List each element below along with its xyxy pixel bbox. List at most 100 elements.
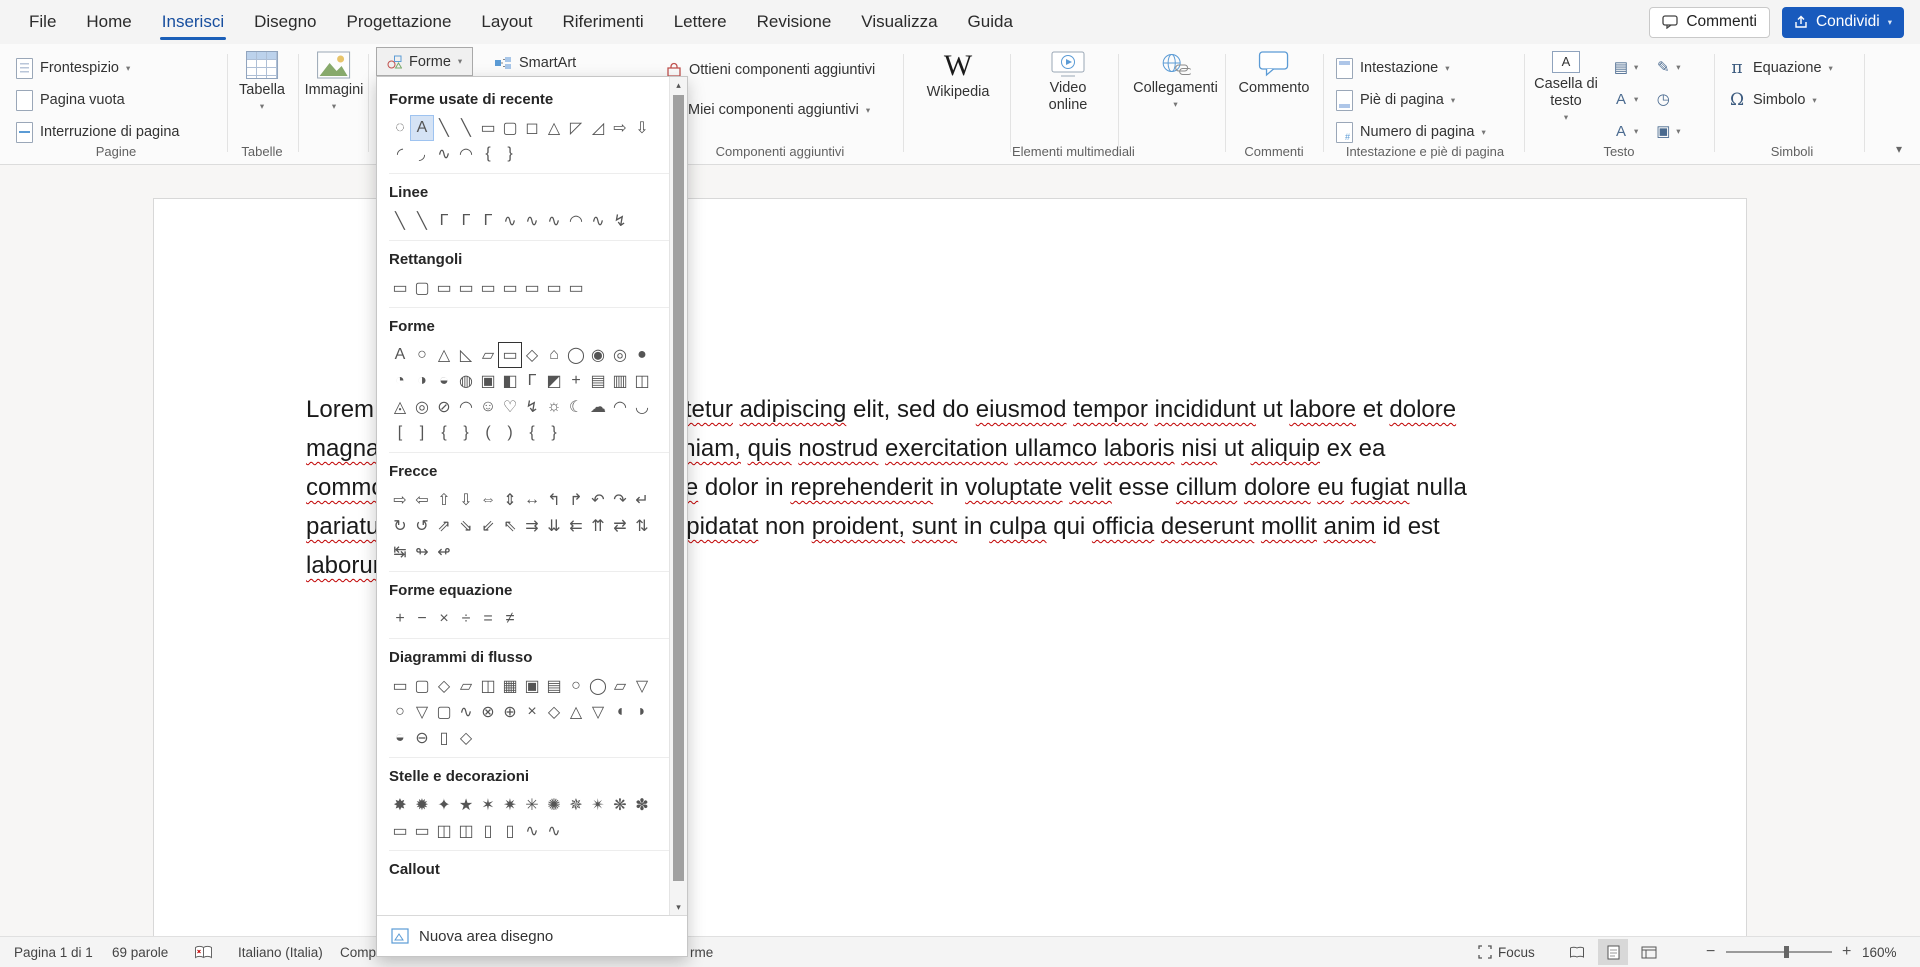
shape-cell[interactable]: ⇊ <box>543 514 565 538</box>
shape-cell[interactable]: ◇ <box>543 700 565 724</box>
shape-cell[interactable]: ⇨ <box>609 116 631 140</box>
shape-cell[interactable]: ◔ <box>389 369 411 393</box>
shape-cell[interactable]: ∿ <box>521 209 543 233</box>
shape-cell[interactable]: ◠ <box>565 209 587 233</box>
shape-cell[interactable]: ⊗ <box>477 700 499 724</box>
tab-layout[interactable]: Layout <box>466 0 547 44</box>
shape-cell[interactable]: ▢ <box>499 116 521 140</box>
shape-cell[interactable]: Γ <box>433 209 455 233</box>
shape-cell[interactable]: △ <box>565 700 587 724</box>
shape-cell[interactable]: ↹ <box>389 540 411 564</box>
shape-cell[interactable]: { <box>433 421 455 445</box>
shape-cell[interactable]: ⇇ <box>565 514 587 538</box>
shape-cell[interactable]: ⇈ <box>587 514 609 538</box>
shape-cell[interactable]: ◗ <box>631 700 653 724</box>
shape-cell[interactable]: ↷ <box>609 488 631 512</box>
shape-cell[interactable]: ⇧ <box>433 488 455 512</box>
shape-cell[interactable]: ✦ <box>433 793 455 817</box>
shape-cell[interactable]: ☼ <box>543 395 565 419</box>
shape-cell[interactable]: ☾ <box>565 395 587 419</box>
shape-cell[interactable]: ▭ <box>477 276 499 300</box>
shape-cell[interactable]: ✺ <box>543 793 565 817</box>
shape-cell[interactable]: ▽ <box>587 700 609 724</box>
shape-cell[interactable]: ▯ <box>477 819 499 843</box>
shape-cell[interactable]: ◎ <box>609 343 631 367</box>
shape-cell[interactable]: ○ <box>389 700 411 724</box>
equation-button[interactable]: π Equazione ▾ <box>1728 54 1833 82</box>
shapes-button[interactable]: Forme ▾ <box>376 47 473 76</box>
page-number-button[interactable]: Numero di pagina ▾ <box>1336 118 1486 146</box>
shape-cell[interactable]: ▯ <box>433 726 455 750</box>
shape-cell[interactable]: × <box>433 607 455 631</box>
shape-cell[interactable]: } <box>455 421 477 445</box>
scrollbar-thumb[interactable] <box>673 95 684 881</box>
footer-button[interactable]: Piè di pagina ▾ <box>1336 86 1455 114</box>
shape-cell[interactable]: + <box>565 369 587 393</box>
tab-lettere[interactable]: Lettere <box>659 0 742 44</box>
shape-cell[interactable]: ▭ <box>521 276 543 300</box>
shape-cell[interactable]: ◡ <box>631 395 653 419</box>
scrollbar-down-icon[interactable]: ▾ <box>670 899 687 915</box>
shape-cell[interactable]: ) <box>499 421 521 445</box>
shape-cell[interactable]: △ <box>543 116 565 140</box>
shape-cell[interactable]: ▣ <box>521 674 543 698</box>
shape-cell[interactable]: ✳ <box>521 793 543 817</box>
shape-cell[interactable]: ♡ <box>499 395 521 419</box>
smartart-button[interactable]: SmartArt <box>494 51 576 75</box>
shape-cell[interactable]: − <box>411 607 433 631</box>
tab-file[interactable]: File <box>14 0 71 44</box>
shape-cell[interactable]: ↫ <box>433 540 455 564</box>
table-button[interactable]: Tabella ▾ <box>239 51 285 111</box>
shape-cell[interactable]: ⌂ <box>543 343 565 367</box>
drop-cap-button[interactable]: A ▾ <box>1612 118 1638 144</box>
shape-cell[interactable]: ▽ <box>631 674 653 698</box>
blank-page-button[interactable]: Pagina vuota <box>16 86 125 114</box>
new-drawing-canvas-item[interactable]: Nuova area disegno <box>377 915 687 956</box>
tab-visualizza[interactable]: Visualizza <box>846 0 952 44</box>
comments-button[interactable]: Commenti <box>1649 7 1770 38</box>
shape-cell[interactable]: ↬ <box>411 540 433 564</box>
shape-cell[interactable]: ◒ <box>433 369 455 393</box>
zoom-level[interactable]: 160% <box>1862 937 1897 967</box>
shape-cell[interactable]: ▤ <box>587 369 609 393</box>
wordart-button[interactable]: A ▾ <box>1612 86 1638 112</box>
zoom-out-button[interactable]: − <box>1706 937 1715 967</box>
page-break-button[interactable]: Interruzione di pagina <box>16 118 179 146</box>
shape-cell[interactable]: ▭ <box>433 276 455 300</box>
shape-cell[interactable]: ❋ <box>609 793 631 817</box>
shape-cell[interactable]: ✹ <box>411 793 433 817</box>
shape-cell[interactable]: ▢ <box>433 700 455 724</box>
shape-cell[interactable]: ↶ <box>587 488 609 512</box>
shape-cell[interactable]: ⇕ <box>499 488 521 512</box>
tab-revisione[interactable]: Revisione <box>742 0 847 44</box>
word-count[interactable]: 69 parole <box>112 937 168 967</box>
pictures-button[interactable]: Immagini ▾ <box>305 51 364 111</box>
shape-cell[interactable]: ⇔ <box>477 488 499 512</box>
shape-cell[interactable]: ☺ <box>477 395 499 419</box>
shape-cell[interactable]: ∿ <box>543 819 565 843</box>
shape-cell[interactable]: ▭ <box>389 674 411 698</box>
shape-cell[interactable]: ◺ <box>455 343 477 367</box>
shape-cell[interactable]: ☁ <box>587 395 609 419</box>
shape-cell[interactable]: { <box>521 421 543 445</box>
tab-progettazione[interactable]: Progettazione <box>332 0 467 44</box>
shape-cell[interactable]: ⇩ <box>455 488 477 512</box>
web-layout-button[interactable] <box>1634 939 1664 965</box>
shape-cell[interactable]: ▦ <box>499 674 521 698</box>
shape-cell[interactable]: ✴ <box>587 793 609 817</box>
comment-button[interactable]: Commento <box>1239 51 1310 97</box>
my-add-ins-button[interactable]: Miei componenti aggiuntivi ▾ <box>666 96 870 124</box>
shape-cell[interactable]: ▭ <box>411 819 433 843</box>
shape-cell[interactable]: ↱ <box>565 488 587 512</box>
shape-cell[interactable]: ◉ <box>587 343 609 367</box>
shape-cell[interactable]: ▭ <box>565 276 587 300</box>
shape-cell[interactable]: ⇉ <box>521 514 543 538</box>
date-time-button[interactable]: ◷ <box>1654 86 1680 112</box>
shape-cell[interactable]: ▢ <box>411 276 433 300</box>
zoom-in-button[interactable]: + <box>1842 937 1851 967</box>
shape-cell[interactable]: ★ <box>455 793 477 817</box>
shape-cell[interactable]: ⇅ <box>631 514 653 538</box>
shape-cell[interactable]: = <box>477 607 499 631</box>
quick-parts-button[interactable]: ▤ ▾ <box>1612 54 1638 80</box>
get-add-ins-button[interactable]: Ottieni componenti aggiuntivi <box>666 56 875 84</box>
